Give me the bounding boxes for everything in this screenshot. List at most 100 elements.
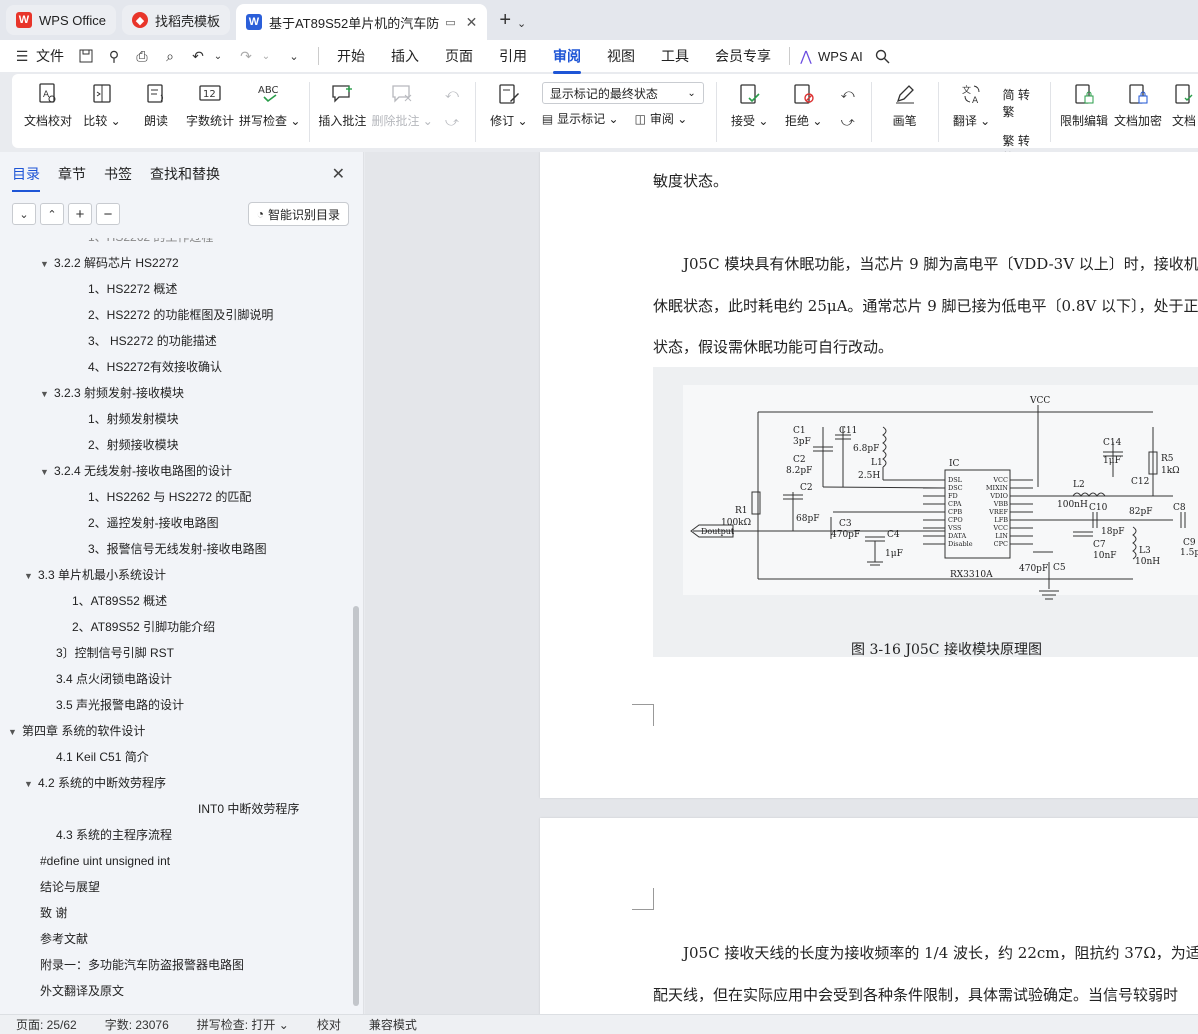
share-icon[interactable]: ⚲ bbox=[106, 48, 122, 64]
status-spell[interactable]: 拼写检查: 打开 ⌄ bbox=[197, 1016, 289, 1033]
read-aloud-button[interactable]: 朗读 bbox=[134, 82, 178, 129]
spell-check-button[interactable]: ABC 拼写检查 ⌄ bbox=[239, 82, 300, 129]
menu-tools[interactable]: 工具 bbox=[661, 46, 689, 66]
nav-tab-toc[interactable]: 目录 bbox=[12, 164, 40, 192]
customize-icon[interactable]: ⌄ bbox=[286, 48, 302, 64]
expand-arrow-icon[interactable]: ▼ bbox=[24, 563, 38, 589]
toc-item[interactable]: 2、遥控发射-接收电路图 bbox=[0, 510, 352, 536]
toc-item[interactable]: 致 谢 bbox=[0, 900, 352, 926]
toc-item[interactable]: 4、HS2272有效接收确认 bbox=[0, 354, 352, 380]
toc-item[interactable]: 3、报警信号无线发射-接收电路图 bbox=[0, 536, 352, 562]
print-preview-icon[interactable]: ⌕ bbox=[162, 48, 178, 64]
toc-item[interactable]: ▼ 4.2 系统的中断效劳程序 bbox=[0, 770, 352, 796]
document-canvas[interactable]: 敏度状态。 J05C 模块具有休眠功能，当芯片 9 脚为高电平〔VDD-3V 以… bbox=[365, 152, 1198, 1014]
toc-item[interactable]: 3.4 点火闭锁电路设计 bbox=[0, 666, 352, 692]
toc-item[interactable]: #define uint unsigned int bbox=[0, 848, 352, 874]
tab-template[interactable]: ◆ 找稻壳模板 bbox=[121, 5, 230, 35]
add-tab-icon[interactable]: + bbox=[499, 9, 511, 32]
close-icon[interactable]: ✕ bbox=[332, 164, 345, 184]
menu-insert[interactable]: 插入 bbox=[391, 46, 419, 66]
toc-item[interactable]: 3〕控制信号引脚 RST bbox=[0, 640, 352, 666]
expand-arrow-icon[interactable]: ▼ bbox=[40, 381, 54, 407]
translate-button[interactable]: 文A 翻译 ⌄ bbox=[950, 82, 994, 129]
document-page[interactable]: J05C 接收天线的长度为接收频率的 1/4 波长，约 22cm，阻抗约 37Ω… bbox=[540, 818, 1198, 1014]
toc-item[interactable]: 2、射频接收模块 bbox=[0, 432, 352, 458]
smart-toc-button[interactable]: ◔ 智能识别目录 bbox=[247, 202, 349, 226]
close-icon[interactable]: ✕ bbox=[466, 14, 478, 31]
toc-item[interactable]: INT0 中断效劳程序 bbox=[0, 796, 352, 822]
toc-item[interactable]: ▼ 3.3 单片机最小系统设计 bbox=[0, 562, 352, 588]
nav-tab-bookmarks[interactable]: 书签 bbox=[104, 164, 132, 192]
document-page[interactable]: 敏度状态。 J05C 模块具有休眠功能，当芯片 9 脚为高电平〔VDD-3V 以… bbox=[540, 152, 1198, 798]
toc-item[interactable]: ▼ 3.2.2 解码芯片 HS2272 bbox=[0, 250, 352, 276]
pen-button[interactable]: 画笔 bbox=[883, 82, 927, 129]
chevron-up-icon[interactable]: ⌃ bbox=[40, 203, 64, 225]
menu-reference[interactable]: 引用 bbox=[499, 46, 527, 66]
menu-review[interactable]: 审阅 bbox=[553, 46, 581, 74]
menu-wps-ai[interactable]: WPS AI bbox=[818, 49, 863, 64]
save-icon[interactable] bbox=[78, 48, 94, 64]
status-words[interactable]: 字数: 23076 bbox=[105, 1016, 169, 1033]
monitor-icon[interactable]: ▭ bbox=[445, 16, 455, 29]
print-icon[interactable]: ⎙ bbox=[134, 48, 150, 64]
toc-item[interactable]: 1、射频发射模块 bbox=[0, 406, 352, 432]
toc-item[interactable]: 1、HS2262 与 HS2272 的匹配 bbox=[0, 484, 352, 510]
review-pane-button[interactable]: ◫ 审阅 ⌄ bbox=[635, 110, 688, 127]
toc-item[interactable]: ▼ 第四章 系统的软件设计 bbox=[0, 718, 352, 744]
revision-nav-buttons[interactable]: ⤺ ⤻ bbox=[836, 82, 860, 134]
expand-arrow-icon[interactable]: ▼ bbox=[24, 771, 38, 797]
plus-icon[interactable]: + bbox=[68, 203, 92, 225]
toc-item[interactable]: 参考文献 bbox=[0, 926, 352, 952]
toc-item[interactable]: 2、AT89S52 引脚功能介绍 bbox=[0, 614, 352, 640]
toc-item[interactable]: ▼ 3.2.3 射频发射-接收模块 bbox=[0, 380, 352, 406]
encrypt-button[interactable]: 文档加密 bbox=[1114, 82, 1162, 129]
toc-item[interactable]: 附录一：多功能汽车防盗报警器电路图 bbox=[0, 952, 352, 978]
toc-item[interactable]: 结论与展望 bbox=[0, 874, 352, 900]
insert-comment-button[interactable]: 插入批注 bbox=[318, 82, 366, 129]
revise-button[interactable]: 修订 ⌄ bbox=[487, 82, 531, 129]
nav-tab-sections[interactable]: 章节 bbox=[58, 164, 86, 192]
comment-nav-buttons[interactable]: ⤺ ⤻ bbox=[440, 82, 464, 134]
markup-state-dropdown[interactable]: 显示标记的最终状态 ⌄ bbox=[541, 82, 704, 104]
menu-member[interactable]: 会员专享 bbox=[715, 46, 771, 66]
chevron-down-icon[interactable]: ⌄ bbox=[258, 48, 274, 64]
toc-item[interactable]: 1、AT89S52 概述 bbox=[0, 588, 352, 614]
chevron-down-icon[interactable]: ⌄ bbox=[210, 48, 226, 64]
reject-button[interactable]: 拒绝 ⌄ bbox=[782, 82, 826, 129]
toc-item[interactable]: 3.5 声光报警电路的设计 bbox=[0, 692, 352, 718]
undo-icon[interactable]: ↶ bbox=[190, 48, 206, 64]
expand-arrow-icon[interactable]: ▼ bbox=[8, 719, 22, 745]
delete-comment-button[interactable]: 删除批注 ⌄ bbox=[371, 82, 433, 129]
toc-item[interactable]: 3、 HS2272 的功能描述 bbox=[0, 328, 352, 354]
expand-arrow-icon[interactable]: ▼ bbox=[40, 459, 54, 485]
nav-tab-find-replace[interactable]: 查找和替换 bbox=[150, 164, 220, 192]
redo-icon[interactable]: ↷ bbox=[238, 48, 254, 64]
toc-item[interactable]: 4.1 Keil C51 简介 bbox=[0, 744, 352, 770]
menu-home[interactable]: 开始 bbox=[337, 46, 365, 66]
status-page[interactable]: 页面: 25/62 bbox=[16, 1016, 77, 1033]
show-markup-button[interactable]: ▤ 显示标记 ⌄ bbox=[542, 110, 619, 127]
tab-document[interactable]: W 基于AT89S52单片机的汽车防 ▭ ✕ bbox=[235, 4, 488, 40]
toc-item[interactable]: 外文翻译及原文 bbox=[0, 978, 352, 1004]
menu-file[interactable]: 文件 bbox=[36, 46, 64, 66]
toc-item[interactable]: 2、HS2272 的功能框图及引脚说明 bbox=[0, 302, 352, 328]
word-count-button[interactable]: 12 字数统计 bbox=[186, 82, 234, 129]
doc-more-button[interactable]: 文档 bbox=[1170, 82, 1198, 129]
menu-view[interactable]: 视图 bbox=[607, 46, 635, 66]
toc-item[interactable]: 1、HS2262 的工作过程 bbox=[0, 238, 352, 250]
minus-icon[interactable]: − bbox=[96, 203, 120, 225]
menu-hamburger-icon[interactable]: ☰ bbox=[14, 48, 30, 64]
menu-page[interactable]: 页面 bbox=[445, 46, 473, 66]
compare-button[interactable]: 比较 ⌄ bbox=[80, 82, 124, 129]
chevron-down-icon[interactable]: ⌄ bbox=[517, 17, 526, 30]
doc-check-button[interactable]: A 文档校对 bbox=[24, 82, 72, 129]
toc-item[interactable]: ▼ 3.2.4 无线发射-接收电路图的设计 bbox=[0, 458, 352, 484]
toc-item[interactable]: 1、HS2272 概述 bbox=[0, 276, 352, 302]
tab-wps-office[interactable]: W WPS Office bbox=[6, 5, 116, 35]
search-icon[interactable] bbox=[875, 48, 891, 64]
expand-arrow-icon[interactable]: ▼ bbox=[40, 251, 54, 277]
collapse-down-icon[interactable]: ⌄ bbox=[12, 203, 36, 225]
toc-item[interactable]: 4.3 系统的主程序流程 bbox=[0, 822, 352, 848]
toc-scrollbar[interactable] bbox=[353, 606, 359, 1006]
accept-button[interactable]: 接受 ⌄ bbox=[728, 82, 772, 129]
